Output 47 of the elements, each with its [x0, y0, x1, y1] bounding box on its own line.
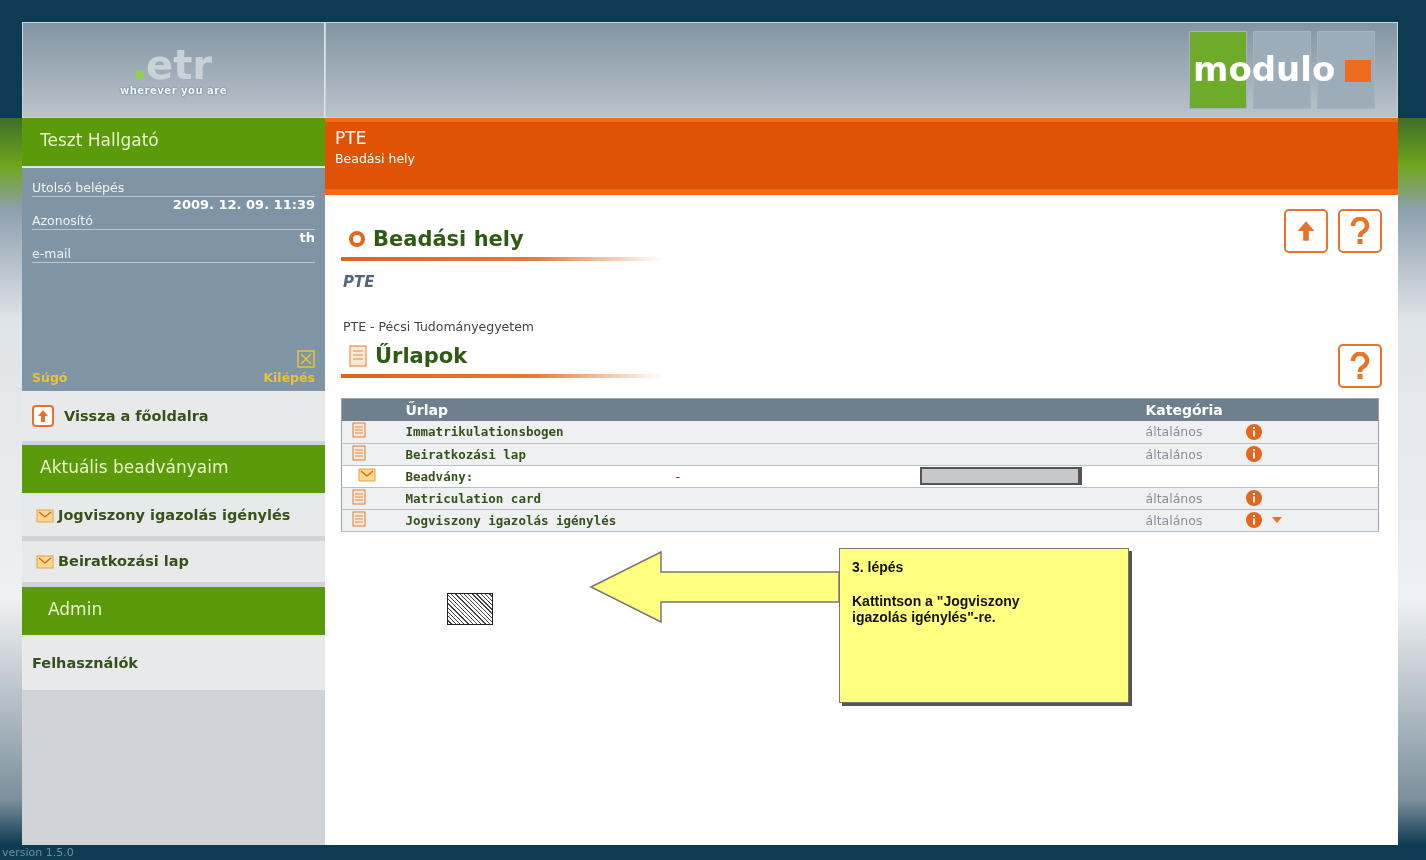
- field-label: e-mail: [32, 246, 315, 263]
- version-label: version 1.5.0: [1, 845, 75, 860]
- form-icon: [352, 422, 366, 439]
- ring-icon: [349, 231, 365, 247]
- field-value: th: [298, 230, 315, 246]
- form-icon: [352, 510, 366, 527]
- location-description: PTE - Pécsi Tudományegyetem: [343, 319, 536, 334]
- category-cell: általános: [1145, 424, 1203, 440]
- form-icon: [352, 444, 366, 461]
- section-header: Aktuális beadványaim: [22, 445, 325, 495]
- category-cell: általános: [1145, 490, 1203, 506]
- form-icon: [349, 345, 367, 367]
- help-button[interactable]: [1338, 209, 1382, 253]
- info-icon[interactable]: [1245, 512, 1262, 528]
- close-icon: [297, 350, 315, 368]
- section-heading: Űrlapok: [341, 344, 663, 368]
- envelope-icon: [36, 555, 54, 569]
- info-icon[interactable]: [1245, 490, 1262, 506]
- form-name[interactable]: Beadvány:: [405, 468, 474, 484]
- form-name[interactable]: Beiratkozási lap: [405, 446, 526, 462]
- envelope-icon: [36, 509, 54, 523]
- info-icon[interactable]: [1245, 446, 1262, 462]
- form-name[interactable]: Immatrikulationsbogen: [405, 424, 564, 440]
- form-name[interactable]: Jogviszony igazolás igénylés: [405, 512, 617, 528]
- section-header: Admin: [22, 587, 325, 637]
- instruction-callout: 3. lépés Kattintson a "Jogviszony igazolás igénylés"-re.: [839, 548, 1129, 703]
- field-label: Azonosító: [32, 213, 315, 230]
- form-icon: [352, 488, 366, 505]
- section-heading: Beadási hely: [341, 227, 663, 251]
- field-value: 2009. 12. 09. 11:39: [171, 197, 315, 213]
- up-button[interactable]: [1284, 209, 1328, 253]
- category-cell: általános: [1145, 446, 1203, 462]
- column-header: Kategória: [1145, 398, 1246, 421]
- field-label: Utolsó belépés: [32, 180, 315, 197]
- info-icon[interactable]: [1245, 423, 1262, 440]
- user-name-header: Teszt Hallgató: [22, 118, 325, 168]
- location-name: PTE: [343, 273, 376, 291]
- category-cell: általános: [1145, 512, 1203, 528]
- caret-icon[interactable]: [1271, 517, 1282, 523]
- help-button[interactable]: [1338, 344, 1382, 388]
- submission-value: -: [675, 468, 680, 484]
- form-name[interactable]: Matriculation card: [405, 490, 541, 506]
- help-icon: [1349, 352, 1371, 380]
- page-header: PTE Beadási hely: [325, 118, 1398, 195]
- help-icon: [1349, 217, 1371, 245]
- envelope-icon: [358, 467, 376, 482]
- column-header: Űrlap: [405, 398, 676, 421]
